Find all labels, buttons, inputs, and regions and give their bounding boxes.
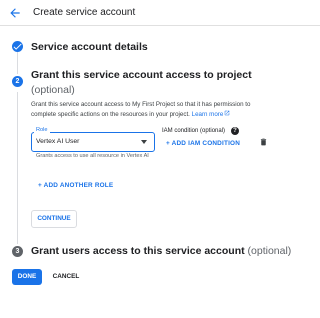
- dropdown-arrow-icon[interactable]: [141, 140, 147, 144]
- iam-condition-label: IAM condition (optional): [162, 128, 226, 134]
- step-2-description: Grant this service account access to My …: [31, 100, 271, 120]
- step-connector: [17, 52, 18, 74]
- step-3-title-text: Grant users access to this service accou…: [31, 245, 245, 257]
- cancel-button[interactable]: CANCEL: [50, 269, 82, 285]
- role-value[interactable]: Vertex AI User: [36, 138, 79, 145]
- add-another-role-button[interactable]: + ADD ANOTHER ROLE: [38, 182, 113, 189]
- step-3-number: 3: [12, 246, 23, 257]
- help-icon[interactable]: ?: [231, 127, 239, 135]
- external-link-icon: [225, 110, 230, 116]
- step-3-optional: (optional): [247, 245, 292, 257]
- top-bar: Create service account: [0, 0, 320, 26]
- learn-more-link[interactable]: Learn more: [192, 110, 231, 118]
- role-helper-text: Grants access to use all resource in Ver…: [36, 153, 149, 159]
- add-iam-condition-button[interactable]: + ADD IAM CONDITION: [166, 140, 240, 147]
- done-button[interactable]: DONE: [12, 269, 42, 285]
- role-label: Role: [34, 127, 50, 133]
- step-2-number: 2: [12, 76, 23, 87]
- step-2-optional: (optional): [31, 84, 75, 96]
- page-title: Create service account: [33, 7, 136, 18]
- step-connector: [17, 92, 18, 244]
- step-3-title[interactable]: Grant users access to this service accou…: [31, 245, 291, 257]
- step-2-title: Grant this service account access to pro…: [31, 69, 252, 81]
- step-1-title[interactable]: Service account details: [31, 41, 148, 53]
- arrow-back-icon[interactable]: [8, 6, 22, 20]
- continue-button[interactable]: CONTINUE: [31, 210, 77, 228]
- trash-icon[interactable]: [259, 134, 268, 152]
- check-icon: [12, 41, 23, 52]
